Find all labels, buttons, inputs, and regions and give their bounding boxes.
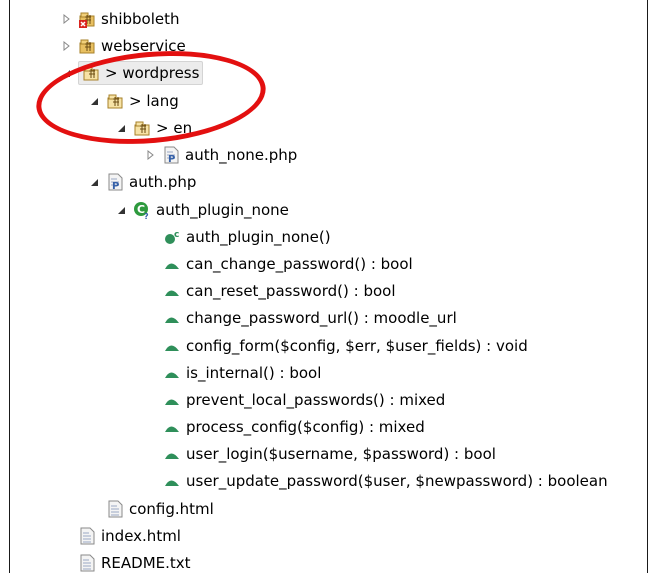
public-method-icon: [163, 418, 181, 436]
tree-item-label: change_password_url() : moodle_url: [186, 309, 457, 327]
chevron-down-icon[interactable]: [115, 204, 127, 216]
chevron-right-icon[interactable]: [60, 13, 72, 25]
public-method-icon: [163, 472, 181, 490]
tree-item-label: README.txt: [101, 554, 191, 572]
tree-item-method[interactable]: is_internal() : bool: [163, 361, 321, 385]
public-method-icon: [163, 309, 181, 327]
chevron-down-icon[interactable]: [60, 67, 72, 79]
tree-item-label: can_change_password() : bool: [186, 255, 413, 273]
tree-item-method[interactable]: can_reset_password() : bool: [163, 279, 396, 303]
public-method-icon: [163, 337, 181, 355]
tree-item-label: auth.php: [129, 173, 197, 191]
constructor-icon: c: [163, 228, 181, 246]
tree-item-constructor[interactable]: c auth_plugin_none(): [163, 225, 331, 249]
tree-item-webservice[interactable]: webservice: [60, 34, 186, 58]
chevron-down-icon[interactable]: [115, 122, 127, 134]
tree-item-method[interactable]: user_update_password($user, $newpassword…: [163, 469, 608, 493]
chevron-down-icon[interactable]: [88, 95, 100, 107]
class-icon: C ?: [133, 201, 151, 221]
tree-item-label: shibboleth: [101, 10, 180, 28]
tree-item-lang[interactable]: > lang: [88, 89, 179, 113]
package-folder-icon: [133, 119, 151, 137]
tree-item-label: config_form($config, $err, $user_fields)…: [186, 337, 528, 355]
tree-item-label: index.html: [101, 527, 181, 545]
tree-item-label: prevent_local_passwords() : mixed: [186, 391, 446, 409]
tree-item-label: auth_none.php: [185, 146, 298, 164]
svg-text:P: P: [168, 154, 175, 164]
chevron-right-icon[interactable]: [144, 149, 156, 161]
tree-item-class[interactable]: C ? auth_plugin_none: [115, 198, 289, 222]
tree-item-method[interactable]: change_password_url() : moodle_url: [163, 306, 457, 330]
svg-text:?: ?: [144, 212, 149, 219]
tree-item-label: auth_plugin_none: [156, 201, 289, 219]
package-folder-icon: [82, 64, 100, 82]
tree-item-auth-php[interactable]: P auth.php: [88, 170, 196, 194]
tree-item-label: user_update_password($user, $newpassword…: [186, 472, 608, 490]
tree-item-shibboleth[interactable]: shibboleth: [60, 7, 180, 31]
public-method-icon: [163, 445, 181, 463]
text-file-icon: [106, 500, 124, 518]
chevron-down-icon[interactable]: [88, 176, 100, 188]
svg-text:c: c: [174, 230, 179, 240]
text-file-icon: [78, 527, 96, 545]
tree-item-label: webservice: [101, 37, 186, 55]
package-folder-icon: [78, 37, 96, 55]
tree-item-method[interactable]: prevent_local_passwords() : mixed: [163, 388, 445, 412]
tree-item-label: user_login($username, $password) : bool: [186, 445, 496, 463]
tree-item-method[interactable]: can_change_password() : bool: [163, 252, 413, 276]
tree-item-method[interactable]: config_form($config, $err, $user_fields)…: [163, 334, 528, 358]
tree-item-method[interactable]: process_config($config) : mixed: [163, 415, 425, 439]
tree-item-index-html[interactable]: index.html: [78, 524, 181, 548]
tree-item-label: config.html: [129, 500, 214, 518]
chevron-right-icon[interactable]: [60, 40, 72, 52]
package-folder-icon: [106, 92, 124, 110]
tree-item-method[interactable]: user_login($username, $password) : bool: [163, 442, 496, 466]
public-method-icon: [163, 364, 181, 382]
tree-item-wordpress[interactable]: > wordpress: [60, 61, 204, 85]
public-method-icon: [163, 391, 181, 409]
tree-item-label: > wordpress: [105, 64, 200, 82]
tree-item-label: is_internal() : bool: [186, 364, 322, 382]
package-error-icon: [78, 10, 96, 28]
tree-item-readme[interactable]: README.txt: [78, 551, 191, 575]
text-file-icon: [78, 554, 96, 572]
tree-item-config-html[interactable]: config.html: [106, 497, 214, 521]
svg-text:P: P: [112, 181, 119, 191]
public-method-icon: [163, 255, 181, 273]
tree-item-label: > en: [156, 119, 193, 137]
selected-item-highlight: > wordpress: [78, 61, 204, 85]
tree-item-auth-none-php[interactable]: P auth_none.php: [144, 143, 297, 167]
php-file-icon: P: [106, 173, 124, 192]
public-method-icon: [163, 282, 181, 300]
tree-item-en[interactable]: > en: [115, 116, 192, 140]
tree-item-label: auth_plugin_none(): [186, 228, 331, 246]
tree-item-label: can_reset_password() : bool: [186, 282, 396, 300]
php-file-icon: P: [162, 146, 180, 165]
tree-item-label: process_config($config) : mixed: [186, 418, 425, 436]
tree-item-label: > lang: [129, 92, 179, 110]
